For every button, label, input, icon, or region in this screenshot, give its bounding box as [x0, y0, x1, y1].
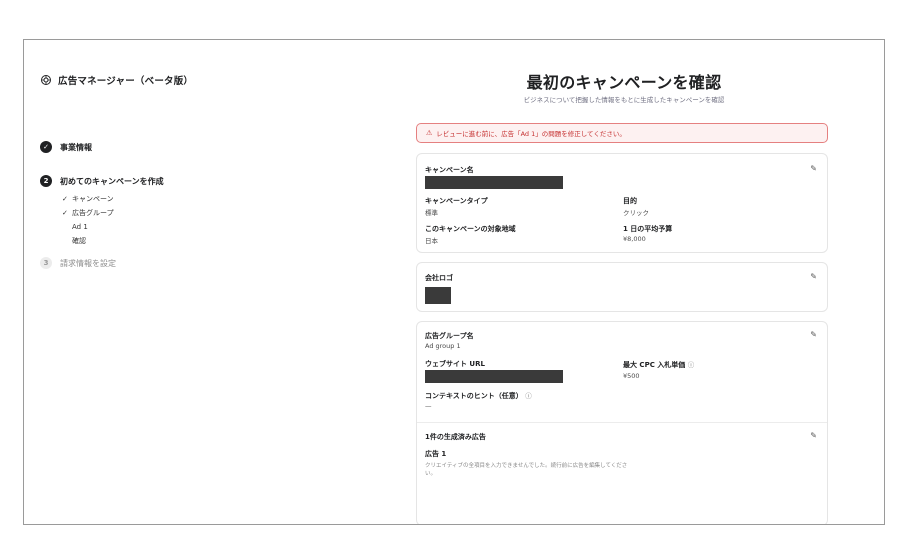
app-brand: 広告マネージャー（ベータ版）: [40, 73, 193, 87]
redacted-campaign-name: [425, 176, 563, 189]
section-divider: [417, 422, 827, 423]
redacted-website-url: [425, 370, 563, 383]
page-title: 最初のキャンペーンを確認: [526, 73, 722, 92]
step-business-info[interactable]: ✓ 事業情報: [40, 138, 340, 156]
max-cpc-value: ¥500: [623, 372, 640, 380]
substep-label: キャンペーン: [72, 195, 114, 203]
step-label: 事業情報: [60, 142, 92, 152]
adgroup-card: 広告グループ名 Ad group 1 ✎ ウェブサイト URL 最大 CPC 入…: [416, 321, 828, 524]
goal-label: 目的: [623, 197, 637, 205]
error-alert: ⚠ レビューに進む前に、広告「Ad 1」の問題を修正してください。: [416, 123, 828, 143]
step-label: 請求情報を設定: [60, 258, 116, 268]
company-logo-card: 会社ロゴ ✎: [416, 262, 828, 312]
step-create-campaign[interactable]: 2 初めてのキャンペーンを作成: [40, 172, 340, 190]
substep-label: 確認: [72, 237, 86, 245]
alert-text: レビューに進む前に、広告「Ad 1」の問題を修正してください。: [436, 130, 626, 138]
context-hint-value: —: [425, 402, 432, 410]
step-label: 初めてのキャンペーンを作成: [60, 176, 164, 186]
info-icon[interactable]: ⓘ: [688, 361, 695, 369]
edit-pencil-icon[interactable]: ✎: [810, 164, 817, 173]
check-icon: ✓: [62, 195, 68, 203]
openai-logo-icon: [41, 75, 51, 85]
app-title: 広告マネージャー（ベータ版）: [58, 76, 194, 87]
website-label: ウェブサイト URL: [425, 360, 485, 368]
generated-ads-label: 1件の生成済み広告: [425, 433, 486, 441]
substep-review[interactable]: 確認: [40, 234, 340, 248]
check-icon: ✓: [62, 209, 68, 217]
campaign-name-label: キャンペーン名: [425, 166, 474, 174]
adgroup-name-label: 広告グループ名: [425, 332, 474, 340]
substep-ad1[interactable]: Ad 1: [40, 220, 340, 234]
app-window: 広告マネージャー（ベータ版） ✓ 事業情報 2 初めてのキャンペーンを作成 ✓ …: [23, 39, 885, 525]
region-value: 日本: [425, 237, 438, 245]
step-billing[interactable]: 3 請求情報を設定: [40, 254, 340, 272]
context-hint-label: コンテキストのヒント（任意） ⓘ: [425, 392, 532, 400]
page-subtitle: ビジネスについて把握した情報をもとに生成したキャンペーンを確認: [523, 96, 725, 104]
substep-label: Ad 1: [72, 223, 88, 231]
warning-icon: ⚠: [426, 129, 433, 137]
edit-pencil-icon[interactable]: ✎: [810, 330, 817, 339]
ad-1-label: 広告 1: [425, 450, 447, 458]
substep-adgroup[interactable]: ✓ 広告グループ: [40, 206, 340, 220]
campaign-card: キャンペーン名 ✎ キャンペーンタイプ 標準 目的 クリック このキャンペーンの…: [416, 153, 828, 253]
ad-error-text: クリエイティブの全項目を入力できませんでした。続行前に広告を編集してください。: [425, 463, 628, 477]
steps-sidebar: ✓ 事業情報 2 初めてのキャンペーンを作成 ✓ キャンペーン ✓ 広告グループ…: [40, 138, 340, 272]
campaign-type-label: キャンペーンタイプ: [425, 197, 488, 205]
company-logo-image: [425, 287, 451, 304]
adgroup-name-value: Ad group 1: [425, 342, 461, 350]
campaign-type-value: 標準: [425, 209, 438, 217]
substep-campaign[interactable]: ✓ キャンペーン: [40, 192, 340, 206]
company-logo-label: 会社ロゴ: [425, 274, 453, 282]
goal-value: クリック: [623, 209, 649, 217]
substep-label: 広告グループ: [72, 209, 114, 217]
info-icon[interactable]: ⓘ: [525, 392, 532, 400]
step-number-badge: 2: [40, 175, 52, 187]
budget-value: ¥8,000: [623, 235, 646, 243]
edit-pencil-icon[interactable]: ✎: [810, 431, 817, 440]
region-label: このキャンペーンの対象地域: [425, 225, 516, 233]
step-complete-icon: ✓: [40, 141, 52, 153]
budget-label: 1 日の平均予算: [623, 225, 673, 233]
max-cpc-label: 最大 CPC 入札単価 ⓘ: [623, 361, 695, 369]
edit-pencil-icon[interactable]: ✎: [810, 272, 817, 281]
step-number-badge: 3: [40, 257, 52, 269]
